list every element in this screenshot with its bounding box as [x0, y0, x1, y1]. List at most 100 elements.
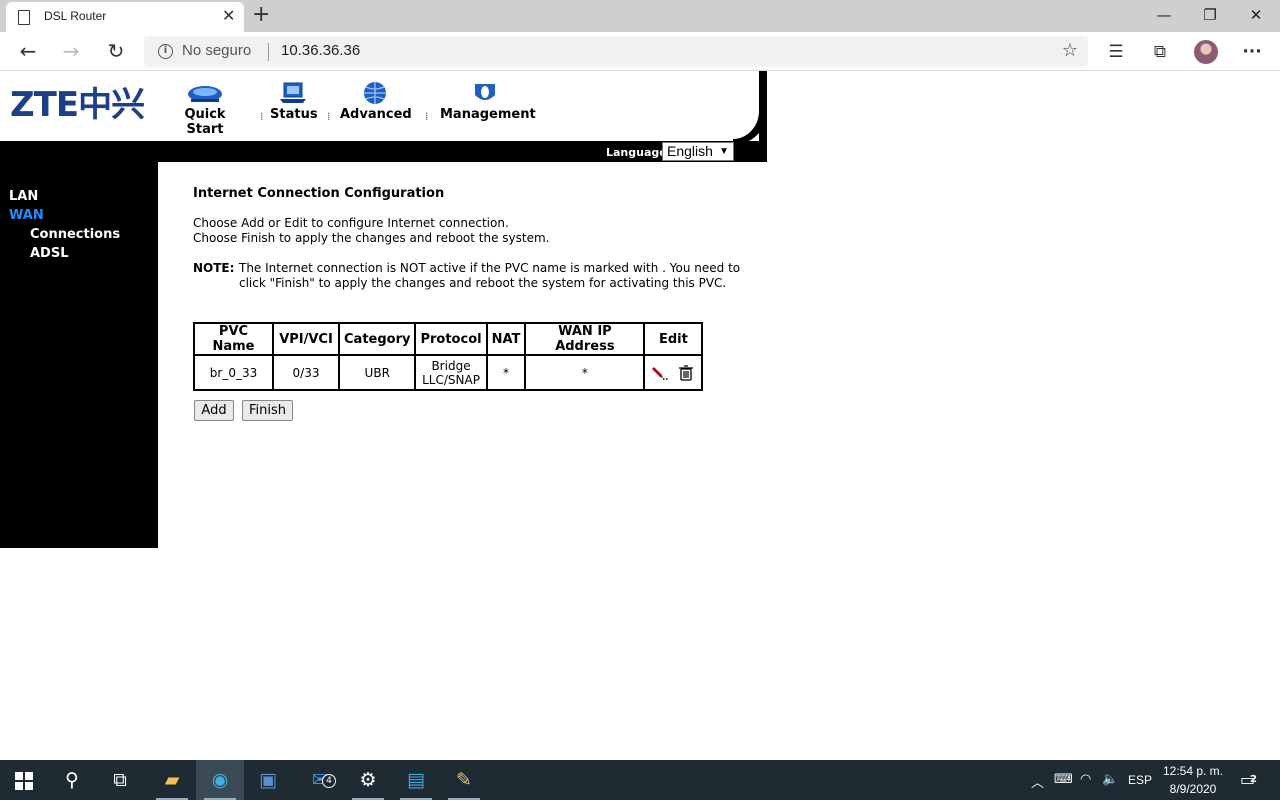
column-header: Category [337, 322, 417, 356]
browser-toolbar: ← → ↻ i No seguro 10.36.36.36 ☆ ☰ ⧉ ··· [0, 32, 1280, 71]
clock-date[interactable]: 8/9/2020 [1160, 782, 1226, 796]
input-language[interactable]: ESP [1128, 773, 1152, 787]
table-header-row: PVC Name VPI/VCI Category Protocol NAT W… [193, 322, 704, 356]
profile-avatar[interactable] [1194, 40, 1218, 64]
windows-logo-icon [15, 771, 33, 790]
forward-arrow-icon[interactable]: → [58, 39, 84, 65]
protocol-line: Bridge [431, 358, 471, 373]
wifi-icon[interactable]: ◠ [1080, 772, 1091, 787]
menu-label: Status [270, 107, 318, 122]
back-arrow-icon[interactable]: ← [15, 39, 41, 65]
notification-count: 2 [1250, 774, 1257, 785]
wan-ip-cell: * [524, 354, 646, 391]
notifications-icon[interactable]: ▭ 2 [1240, 770, 1257, 789]
browser-tab[interactable]: DSL Router ✕ [6, 2, 244, 32]
edit-cell [643, 354, 704, 391]
clock-time[interactable]: 12:54 p. m. [1160, 764, 1226, 778]
pvc-name-cell: br_0_33 [193, 354, 274, 391]
show-hidden-icons-chevron-icon[interactable]: ︿ [1031, 772, 1044, 791]
favorite-star-icon[interactable]: ☆ [1062, 40, 1078, 61]
restore-icon[interactable]: ❐ [1198, 4, 1222, 26]
sidebar-item-connections[interactable]: Connections [30, 227, 120, 242]
note-text: The Internet connection is NOT active if… [239, 261, 741, 290]
store-icon[interactable]: ▣ [244, 760, 292, 800]
close-window-icon[interactable]: ✕ [1244, 4, 1268, 26]
protocol-cell: Bridge LLC/SNAP [414, 354, 488, 391]
close-tab-icon[interactable]: ✕ [222, 7, 235, 25]
column-header: VPI/VCI [272, 322, 340, 356]
language-value: English [667, 143, 713, 159]
sidebar: LAN WAN Connections ADSL [0, 162, 158, 548]
windows-start-icon[interactable] [0, 760, 48, 800]
security-label[interactable]: No seguro [182, 42, 251, 59]
description-line: Choose Finish to apply the changes and r… [193, 231, 550, 245]
sidebar-item-wan[interactable]: WAN [9, 208, 44, 223]
protocol-line: LLC/SNAP [422, 372, 480, 387]
edge-browser-icon[interactable]: ◉ [196, 760, 244, 800]
category-cell: UBR [337, 354, 417, 391]
collections-icon[interactable]: ⧉ [1148, 40, 1172, 64]
menu-label: Management [440, 107, 536, 122]
description-line: Choose Add or Edit to configure Internet… [193, 216, 509, 230]
search-icon[interactable]: ⚲ [48, 760, 96, 800]
note-block: NOTE: The Internet connection is NOT act… [193, 261, 763, 291]
chevron-down-icon: ▼ [719, 146, 729, 157]
favorites-list-icon[interactable]: ☰ [1104, 40, 1128, 64]
address-separator [268, 43, 269, 61]
note-label: NOTE: [193, 261, 235, 275]
menu-advanced[interactable]: Advanced [340, 81, 412, 122]
new-tab-icon[interactable]: + [252, 3, 270, 27]
volume-icon[interactable]: 🔈 [1102, 772, 1118, 787]
refresh-icon[interactable]: ↻ [103, 39, 129, 65]
menu-separator: ⁞ [260, 110, 264, 123]
page-icon [18, 10, 30, 25]
paint-icon[interactable]: ✎ [440, 760, 488, 800]
task-view-icon[interactable]: ⧉ [96, 760, 144, 800]
nat-cell: * [485, 354, 527, 391]
content-corner [158, 162, 186, 184]
router-icon [188, 86, 222, 102]
globe-icon [364, 82, 386, 104]
column-header: Protocol [414, 322, 488, 356]
menu-management[interactable]: Management [440, 81, 536, 122]
laptop-icon [280, 82, 306, 103]
column-header: WAN IP Address [524, 322, 646, 356]
more-options-icon[interactable]: ··· [1240, 40, 1264, 64]
menu-quick-start[interactable]: Quick Start [166, 81, 244, 137]
url-text[interactable]: 10.36.36.36 [281, 42, 360, 59]
sidebar-item-lan[interactable]: LAN [9, 189, 38, 204]
sidebar-item-adsl[interactable]: ADSL [30, 246, 69, 261]
column-header: PVC Name [193, 322, 274, 356]
delete-trash-icon[interactable] [678, 364, 694, 381]
windows-taskbar: ⚲ ⧉ ▰ ◉ ▣ ✉ 4 ⚙ ▤ ✎ ︿ ⌨ ◠ 🔈 ESP 12:54 p. … [0, 760, 1280, 800]
finish-button[interactable]: Finish [242, 400, 293, 421]
language-select[interactable]: English ▼ [662, 142, 734, 161]
tab-title: DSL Router [44, 9, 107, 23]
vpi-vci-cell: 0/33 [272, 354, 340, 391]
browser-titlebar: DSL Router ✕ + — ❐ ✕ [0, 0, 1280, 32]
menu-label: Advanced [340, 107, 412, 122]
column-header: NAT [485, 322, 527, 356]
mail-badge: 4 [322, 774, 336, 788]
info-icon[interactable]: i [158, 44, 173, 59]
menu-status[interactable]: Status [270, 81, 318, 122]
minimize-icon[interactable]: — [1152, 4, 1176, 26]
input-method-icon[interactable]: ⌨ [1054, 772, 1073, 787]
table-row: br_0_33 0/33 UBR Bridge LLC/SNAP * * [193, 354, 704, 391]
address-bar[interactable]: i No seguro 10.36.36.36 ☆ [144, 36, 1088, 67]
mail-icon[interactable]: ✉ 4 [296, 760, 344, 800]
file-explorer-icon[interactable]: ▰ [148, 760, 196, 800]
router-page: ZTE中兴 Quick Start ⁞ Status ⁞ Advanced ⁞ … [0, 71, 767, 548]
pvc-table: PVC Name VPI/VCI Category Protocol NAT W… [193, 322, 704, 391]
edit-pencil-icon[interactable] [652, 365, 670, 381]
add-button[interactable]: Add [194, 400, 234, 421]
menu-label: Quick Start [184, 107, 226, 137]
zte-logo: ZTE中兴 [10, 85, 145, 125]
page-title: Internet Connection Configuration [193, 186, 445, 201]
column-header: Edit [643, 322, 704, 356]
shield-icon [475, 84, 495, 100]
control-panel-icon[interactable]: ▤ [392, 760, 440, 800]
settings-gear-icon[interactable]: ⚙ [344, 760, 392, 800]
main-content: Internet Connection Configuration Choose… [193, 186, 763, 421]
menu-separator: ⁞ [327, 110, 331, 123]
